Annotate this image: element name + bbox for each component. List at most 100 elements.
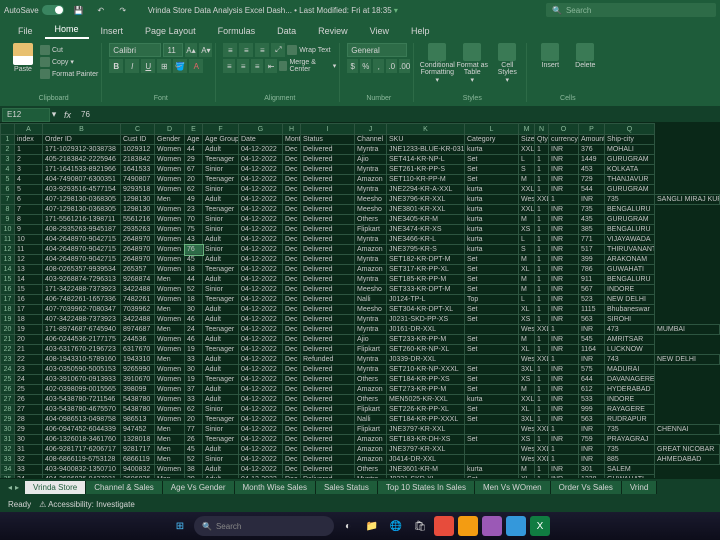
cell[interactable]: Dec — [283, 245, 301, 255]
cell[interactable]: Age Group — [203, 135, 239, 145]
start-icon[interactable]: ⊞ — [170, 516, 190, 536]
cell[interactable]: Set — [465, 335, 519, 345]
cell[interactable]: JNE3801-KR-XXL — [387, 205, 465, 215]
cell[interactable]: Delivered — [301, 455, 355, 465]
cell[interactable]: Dec — [283, 325, 301, 335]
cell[interactable]: Myntra — [355, 475, 387, 479]
cell[interactable]: kurta — [465, 225, 519, 235]
col-header[interactable]: J — [355, 124, 387, 135]
cell[interactable]: 947452 — [121, 425, 155, 435]
cell[interactable]: MADURAI — [605, 365, 655, 375]
cell[interactable]: Adult — [203, 395, 239, 405]
cell[interactable]: 403-6317670-2196723 — [43, 345, 121, 355]
cell[interactable]: INR — [549, 175, 579, 185]
cell[interactable]: Set — [465, 265, 519, 275]
row-header[interactable]: 1 — [1, 135, 15, 145]
col-header[interactable]: F — [203, 124, 239, 135]
delete-cells-button[interactable]: Delete — [569, 43, 601, 95]
cell[interactable]: Teenager — [203, 345, 239, 355]
cell[interactable]: XXL — [519, 185, 535, 195]
cell[interactable]: Western Dress — [519, 425, 535, 435]
sheet-tab[interactable]: Men Vs WOmen — [475, 481, 551, 494]
cell[interactable]: GREAT NICOBAR — [655, 445, 720, 455]
indent-dec-icon[interactable]: ⇤ — [265, 59, 277, 73]
cell[interactable]: 1 — [535, 305, 549, 315]
cell[interactable]: Women — [155, 175, 185, 185]
col-header[interactable]: G — [239, 124, 283, 135]
cell[interactable]: SET317-KR-PP-XL — [387, 265, 465, 275]
cell[interactable]: XXL — [535, 195, 549, 205]
cell[interactable]: Women — [155, 265, 185, 275]
cell[interactable]: 1 — [535, 185, 549, 195]
italic-button[interactable]: I — [125, 59, 139, 73]
cell[interactable]: 1 — [535, 335, 549, 345]
cell[interactable]: XL — [519, 405, 535, 415]
cell[interactable]: INR — [549, 185, 579, 195]
cell[interactable]: Age — [185, 135, 203, 145]
cell[interactable]: INR — [579, 355, 605, 365]
decrease-font-icon[interactable]: A▾ — [199, 43, 212, 57]
cell[interactable]: Amazon — [355, 445, 387, 455]
cell[interactable]: 15 — [15, 285, 43, 295]
tab-help[interactable]: Help — [401, 23, 440, 39]
cell[interactable]: Dec — [283, 445, 301, 455]
sheet-tab[interactable]: Age Vs Gender — [163, 481, 235, 494]
cell[interactable]: Dec — [283, 355, 301, 365]
cell[interactable]: M — [519, 465, 535, 475]
cell[interactable]: 1 — [535, 435, 549, 445]
font-size-select[interactable]: 11 — [163, 43, 182, 57]
format-table-button[interactable]: Format as Table ▾ — [456, 43, 488, 95]
cell[interactable]: Amazon — [355, 385, 387, 395]
cell[interactable]: 404-7490807-6300351 — [43, 175, 121, 185]
cell[interactable]: Bhubaneswar — [605, 305, 655, 315]
orient-icon[interactable]: ⤢ — [271, 43, 285, 57]
cell[interactable]: Delivered — [301, 445, 355, 455]
cell[interactable]: VIJAYAWADA — [605, 235, 655, 245]
cell[interactable]: Western Dress — [519, 195, 535, 205]
cell[interactable]: INDORE — [605, 285, 655, 295]
cell[interactable]: INR — [579, 325, 605, 335]
cell[interactable]: Adult — [203, 255, 239, 265]
cell[interactable]: Delivered — [301, 205, 355, 215]
cell[interactable]: NEW DELHI — [655, 355, 720, 365]
cell[interactable]: 33 — [185, 395, 203, 405]
cell[interactable]: Adult — [203, 445, 239, 455]
cell[interactable]: XXL — [519, 205, 535, 215]
cell[interactable]: 76 — [185, 245, 203, 255]
cell[interactable]: Sinior — [203, 245, 239, 255]
border-button[interactable]: ⊞ — [157, 59, 171, 73]
cell[interactable]: INR — [549, 235, 579, 245]
cell[interactable]: Delivered — [301, 325, 355, 335]
cell[interactable]: 403-9268874-7296313 — [43, 275, 121, 285]
cell[interactable]: INR — [579, 425, 605, 435]
row-header[interactable]: 13 — [1, 255, 15, 265]
cell[interactable]: 1 — [535, 225, 549, 235]
row-header[interactable]: 21 — [1, 335, 15, 345]
cell[interactable]: Delivered — [301, 465, 355, 475]
cell[interactable]: 533 — [579, 395, 605, 405]
fill-color-button[interactable]: 🪣 — [173, 59, 187, 73]
cell[interactable]: 402-0398099-0015565 — [43, 385, 121, 395]
cell[interactable]: Adult — [203, 475, 239, 479]
cell[interactable]: XXL — [535, 325, 549, 335]
cell[interactable]: Set — [465, 365, 519, 375]
cell[interactable]: Set — [465, 435, 519, 445]
cell[interactable]: 26 — [185, 435, 203, 445]
cell[interactable]: 1 — [549, 195, 579, 205]
row-header[interactable]: 29 — [1, 415, 15, 425]
cell[interactable]: 04-12-2022 — [239, 235, 283, 245]
cell[interactable]: 9 — [15, 225, 43, 235]
cell[interactable]: Delivered — [301, 375, 355, 385]
cell[interactable]: kurta — [465, 395, 519, 405]
cell[interactable]: 473 — [605, 325, 655, 335]
row-header[interactable]: 27 — [1, 395, 15, 405]
cell[interactable]: Flipkart — [355, 225, 387, 235]
number-format-select[interactable]: General — [347, 43, 407, 57]
cell[interactable]: Delivered — [301, 435, 355, 445]
cell[interactable]: 23 — [15, 365, 43, 375]
sheet-tab[interactable]: Order Vs Sales — [551, 481, 622, 494]
cell[interactable]: 759 — [579, 435, 605, 445]
cell[interactable]: Women — [155, 285, 185, 295]
cell[interactable]: 1328018 — [121, 435, 155, 445]
row-header[interactable]: 2 — [1, 145, 15, 155]
